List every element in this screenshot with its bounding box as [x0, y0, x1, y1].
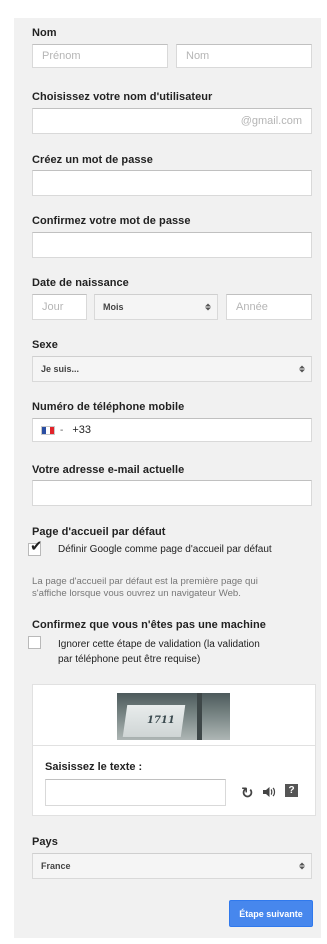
first-name-placeholder: Prénom [42, 50, 81, 62]
phone-country-code: +33 [72, 424, 92, 436]
confirm-password-input[interactable] [32, 232, 312, 258]
confirm-password-label: Confirmez votre mot de passe [32, 215, 191, 227]
homepage-description: La page d'accueil par défaut est la prem… [32, 576, 258, 599]
captcha-input[interactable] [45, 779, 226, 806]
country-select[interactable]: France [32, 853, 312, 879]
homepage-description-line2: s'affiche lorsque vous ouvrez un navigat… [32, 587, 241, 599]
select-arrows-icon [205, 303, 211, 311]
password-input[interactable] [32, 170, 312, 196]
country-label: Pays [32, 836, 58, 848]
birth-day-input[interactable]: Jour [32, 294, 87, 320]
name-label: Nom [32, 27, 57, 39]
captcha-divider [33, 745, 315, 746]
checkmark-icon: ✔ [30, 537, 43, 555]
birth-year-placeholder: Année [236, 301, 268, 313]
gmail-suffix: @gmail.com [240, 115, 302, 127]
homepage-checkbox[interactable]: ✔ [28, 539, 43, 556]
username-label: Choisissez votre nom d'utilisateur [32, 91, 213, 103]
birth-day-placeholder: Jour [42, 301, 64, 313]
current-email-label: Votre adresse e-mail actuelle [32, 464, 185, 476]
france-flag-icon [41, 425, 55, 435]
skip-validation-label: Ignorer cette étape de validation (la va… [58, 637, 260, 667]
last-name-input[interactable]: Nom [176, 44, 312, 68]
gender-label: Sexe [32, 339, 58, 351]
flag-dropdown-arrow: - [60, 424, 64, 436]
gender-select[interactable]: Je suis... [32, 356, 312, 382]
birth-month-value: Mois [103, 302, 124, 312]
help-icon[interactable]: ? [285, 784, 298, 797]
phone-input[interactable]: - +33 [32, 418, 312, 442]
next-step-button[interactable]: Étape suivante [229, 900, 313, 927]
robot-check-label: Confirmez que vous n'êtes pas une machin… [32, 619, 266, 631]
captcha-post [197, 693, 202, 740]
skip-validation-line2: par téléphone peut être requise) [58, 654, 201, 665]
homepage-checkbox-label: Définir Google comme page d'accueil par … [58, 544, 272, 555]
first-name-input[interactable]: Prénom [32, 44, 168, 68]
homepage-description-line1: La page d'accueil par défaut est la prem… [32, 576, 258, 587]
phone-label: Numéro de téléphone mobile [32, 401, 185, 413]
username-input[interactable]: @gmail.com [32, 108, 312, 134]
captcha-prompt: Saisissez le texte : [45, 761, 143, 773]
captcha-box: 1711 Saisissez le texte : ↻ ? [32, 684, 316, 816]
country-flag-dropdown[interactable]: - [41, 425, 63, 436]
skip-validation-line1: Ignorer cette étape de validation (la va… [58, 639, 260, 650]
select-arrows-icon [299, 365, 305, 373]
gender-value: Je suis... [41, 364, 80, 374]
refresh-icon[interactable]: ↻ [241, 784, 254, 802]
password-label: Créez un mot de passe [32, 154, 153, 166]
homepage-label: Page d'accueil par défaut [32, 526, 166, 538]
captcha-image-text: 1711 [147, 715, 175, 726]
birthdate-label: Date de naissance [32, 277, 129, 289]
select-arrows-icon [299, 862, 305, 870]
last-name-placeholder: Nom [186, 50, 210, 62]
speaker-icon[interactable] [262, 785, 276, 804]
birth-year-input[interactable]: Année [226, 294, 312, 320]
country-value: France [41, 861, 71, 871]
skip-validation-checkbox[interactable] [28, 636, 41, 649]
birth-month-select[interactable]: Mois [94, 294, 218, 320]
current-email-input[interactable] [32, 480, 312, 506]
captcha-image: 1711 [117, 693, 230, 740]
